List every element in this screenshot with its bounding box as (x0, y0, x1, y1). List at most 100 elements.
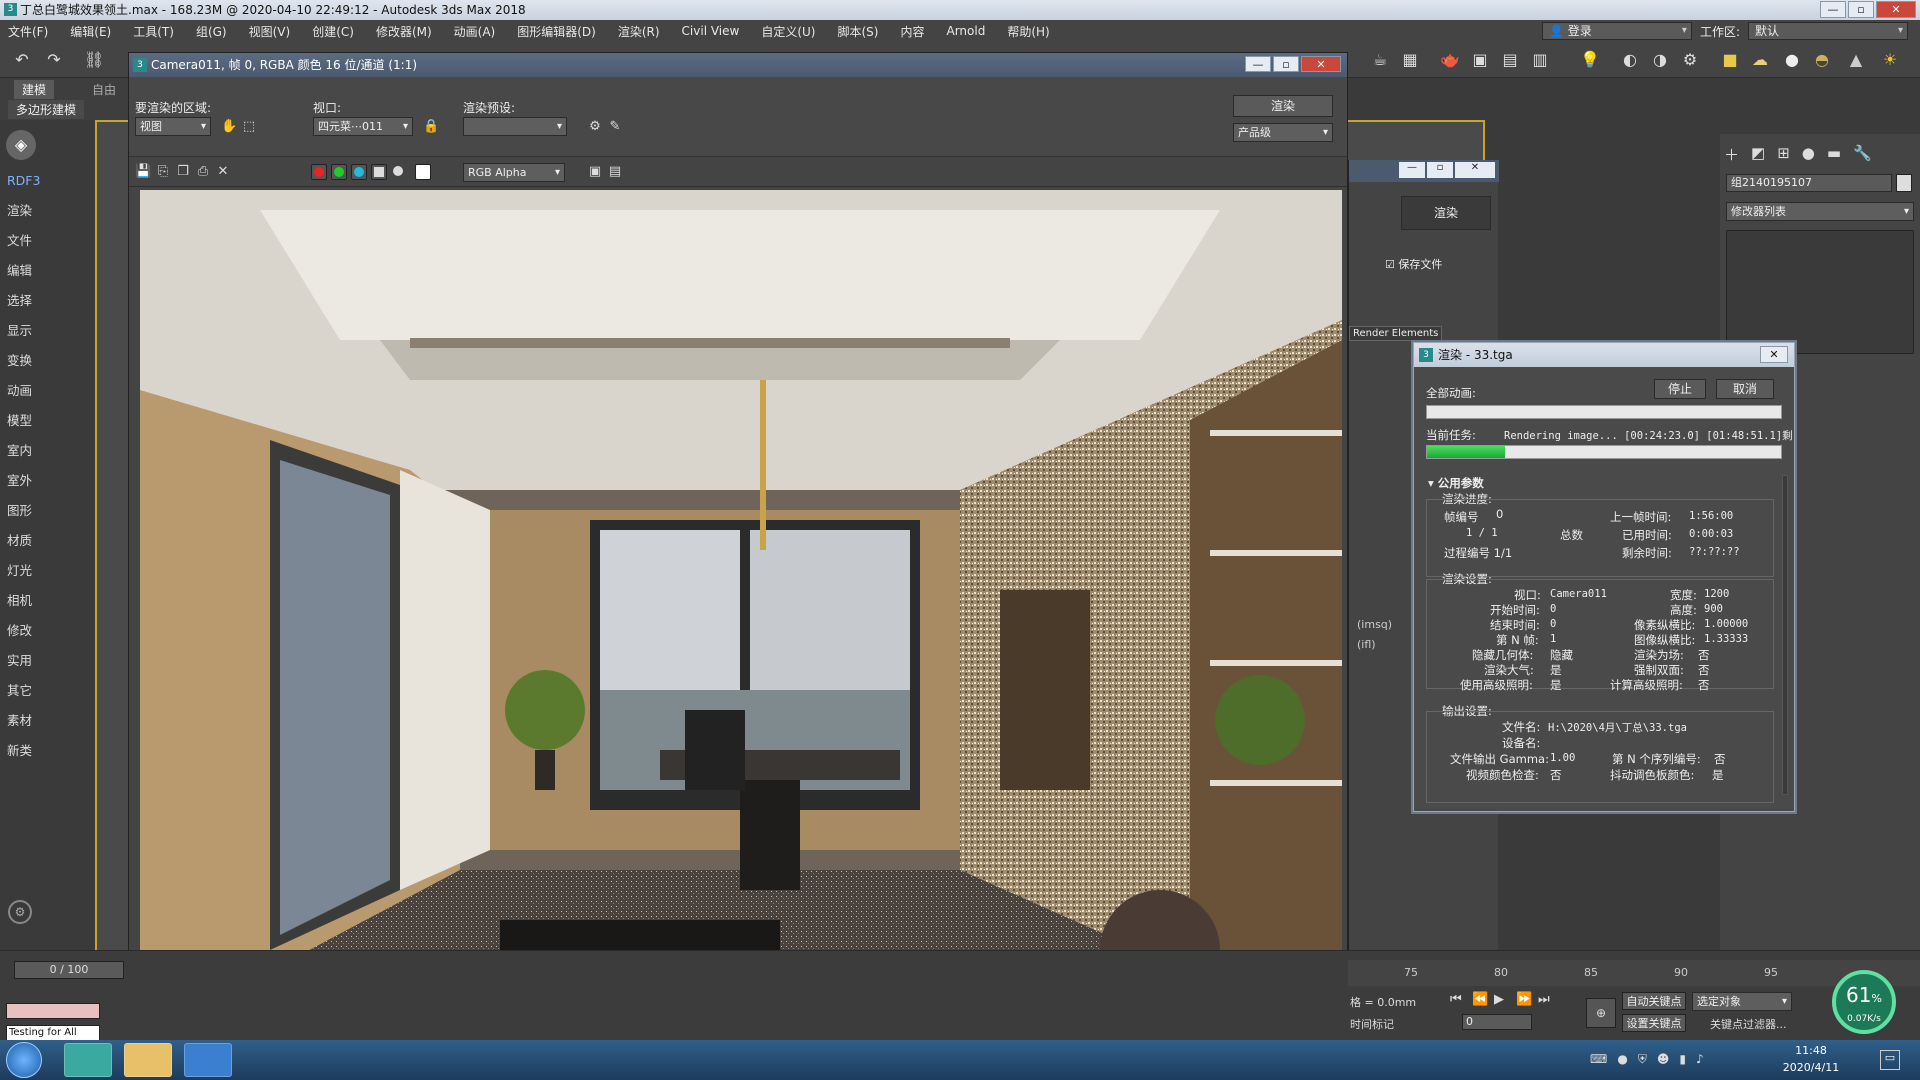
time-slider[interactable]: 0 / 100 (14, 961, 124, 979)
rs-minimize-button[interactable]: — (1399, 162, 1425, 178)
panel-item-assets[interactable]: 素材 (0, 706, 46, 736)
panel-item-rdf3[interactable]: RDF3 (0, 166, 46, 196)
panel-item-material[interactable]: 材质 (0, 526, 46, 556)
sphere-icon[interactable]: ● (1782, 50, 1802, 70)
panel-item-render[interactable]: 渲染 (0, 196, 46, 226)
ribbon-tab-modeling[interactable]: 建模 (14, 80, 55, 99)
plugin-logo-icon[interactable]: ◈ (6, 130, 36, 160)
start-button[interactable] (6, 1042, 42, 1078)
panel-item-interior[interactable]: 室内 (0, 436, 46, 466)
panel-item-modify[interactable]: 修改 (0, 616, 46, 646)
panel-item-transform[interactable]: 变换 (0, 346, 46, 376)
menu-edit[interactable]: 编辑(E) (70, 23, 111, 40)
panel-item-new[interactable]: 新类 (0, 736, 46, 766)
green-channel-toggle[interactable] (331, 164, 347, 180)
rfw-maximize-button[interactable]: ▫ (1273, 56, 1299, 72)
goto-start-icon[interactable]: ⏮ (1450, 992, 1462, 1007)
quality-dropdown[interactable]: 产品级 (1233, 123, 1333, 142)
show-desktop-icon[interactable]: ▭ (1880, 1050, 1900, 1070)
common-params-section[interactable]: ▾ 公用参数 (1428, 475, 1484, 491)
frame-icon[interactable]: ▣ (1470, 50, 1490, 70)
clear-icon[interactable]: ✕ (215, 164, 231, 180)
tray-volume-icon[interactable]: ♪ (1696, 1052, 1704, 1067)
blue-channel-toggle[interactable] (351, 164, 367, 180)
viewport-dropdown[interactable]: 四元菜⋯011 (313, 117, 413, 136)
rs-close-button[interactable]: ✕ (1455, 162, 1495, 178)
red-channel-toggle[interactable] (311, 164, 327, 180)
link-icon[interactable]: ⛓ (84, 50, 104, 70)
utilities-tab-icon[interactable]: 🔧 (1853, 144, 1872, 165)
progress-scrollbar[interactable] (1782, 475, 1788, 795)
ribbon-tab-freeform[interactable]: 自由 (84, 80, 125, 99)
render-button[interactable]: 渲染 (1233, 95, 1333, 117)
grid-icon[interactable]: ▦ (1400, 50, 1420, 70)
rs-maximize-button[interactable]: ▫ (1427, 162, 1453, 178)
robot-icon[interactable]: ⚙ (1680, 50, 1700, 70)
panel-item-shapes[interactable]: 图形 (0, 496, 46, 526)
menu-animation[interactable]: 动画(A) (454, 23, 496, 40)
copy-image-icon[interactable]: ⎘ (155, 164, 171, 180)
set-key-icon[interactable]: ⊕ (1586, 998, 1616, 1028)
rs-render-elements-tab[interactable]: Render Elements (1349, 326, 1443, 341)
rfw-minimize-button[interactable]: — (1245, 56, 1271, 72)
menu-arnold[interactable]: Arnold (946, 24, 985, 38)
tray-shield-icon[interactable]: ⛨ (1638, 1052, 1647, 1067)
workspace-dropdown[interactable]: 默认 (1748, 22, 1908, 40)
tray-keyboard-icon[interactable]: ⌨ (1590, 1052, 1607, 1067)
menu-content[interactable]: 内容 (900, 23, 924, 40)
play-icon[interactable]: ▶ (1494, 992, 1504, 1007)
auto-key-button[interactable]: 自动关键点 (1622, 992, 1686, 1010)
panel-item-camera[interactable]: 相机 (0, 586, 46, 616)
menu-group[interactable]: 组(G) (196, 23, 227, 40)
maxscript-listener-field[interactable] (6, 1003, 100, 1019)
render-preset-dropdown[interactable] (463, 117, 567, 136)
calc-icon[interactable]: ▤ (1500, 50, 1520, 70)
login-dropdown[interactable]: 👤 登录 (1541, 22, 1692, 40)
panel-item-select[interactable]: 选择 (0, 286, 46, 316)
menu-file[interactable]: 文件(F) (8, 23, 48, 40)
clock-date[interactable]: 2020/4/11 (1776, 1061, 1846, 1074)
object-name-field[interactable]: 组2140195107 (1726, 174, 1892, 192)
current-frame-field[interactable]: 0 (1462, 1014, 1532, 1030)
panel-item-other[interactable]: 其它 (0, 676, 46, 706)
cloud-icon[interactable]: ☁ (1750, 50, 1770, 70)
mono-toggle[interactable] (391, 164, 407, 180)
menu-scripting[interactable]: 脚本(S) (837, 23, 878, 40)
taskbar-browser-icon[interactable] (184, 1043, 232, 1077)
panel-item-display[interactable]: 显示 (0, 316, 46, 346)
menu-civil-view[interactable]: Civil View (682, 24, 740, 38)
edit-region-icon[interactable]: ✋ (221, 119, 237, 135)
taskbar-explorer-icon[interactable] (124, 1043, 172, 1077)
clock-time[interactable]: 11:48 (1776, 1044, 1846, 1057)
goto-end-icon[interactable]: ⏭ (1538, 992, 1550, 1007)
tray-network-icon[interactable]: ▮ (1679, 1052, 1686, 1067)
panel-item-model[interactable]: 模型 (0, 406, 46, 436)
cone-icon[interactable]: ▲ (1846, 50, 1866, 70)
create-tab-icon[interactable]: ＋ (1724, 144, 1739, 165)
menu-help[interactable]: 帮助(H) (1007, 23, 1049, 40)
menu-view[interactable]: 视图(V) (249, 23, 291, 40)
hierarchy-tab-icon[interactable]: ⊞ (1777, 144, 1790, 165)
set-key-button[interactable]: 设置关键点 (1622, 1014, 1686, 1032)
bulb-icon[interactable]: 💡 (1580, 50, 1600, 70)
panel-item-light[interactable]: 灯光 (0, 556, 46, 586)
dome-icon[interactable]: ◓ (1812, 50, 1832, 70)
object-color-swatch[interactable] (1896, 174, 1912, 192)
sun-icon[interactable]: ☀ (1880, 50, 1900, 70)
print-icon[interactable]: ⎙ (195, 164, 211, 180)
modify-tab-icon[interactable]: ◩ (1751, 144, 1765, 165)
tray-360-icon[interactable]: ● (1617, 1052, 1627, 1067)
panel-item-animation[interactable]: 动画 (0, 376, 46, 406)
menu-create[interactable]: 创建(C) (312, 23, 354, 40)
selected-objects-dropdown[interactable]: 选定对象 (1692, 992, 1792, 1011)
settings-gear-icon[interactable]: ⚙ (8, 900, 32, 924)
modifier-stack[interactable] (1726, 230, 1914, 354)
progress-close-button[interactable]: ✕ (1760, 346, 1788, 363)
toggle-ui-icon[interactable]: ▤ (607, 164, 623, 180)
rendered-image[interactable] (140, 190, 1342, 1040)
rfw-close-button[interactable]: ✕ (1301, 56, 1341, 72)
area-to-render-dropdown[interactable]: 视图 (135, 117, 211, 136)
taskbar-3dsmax-icon[interactable] (64, 1043, 112, 1077)
timeline-ruler[interactable]: 75 80 85 90 95 (1348, 960, 1920, 986)
key-filters-button[interactable]: 关键点过滤器... (1710, 1016, 1787, 1032)
